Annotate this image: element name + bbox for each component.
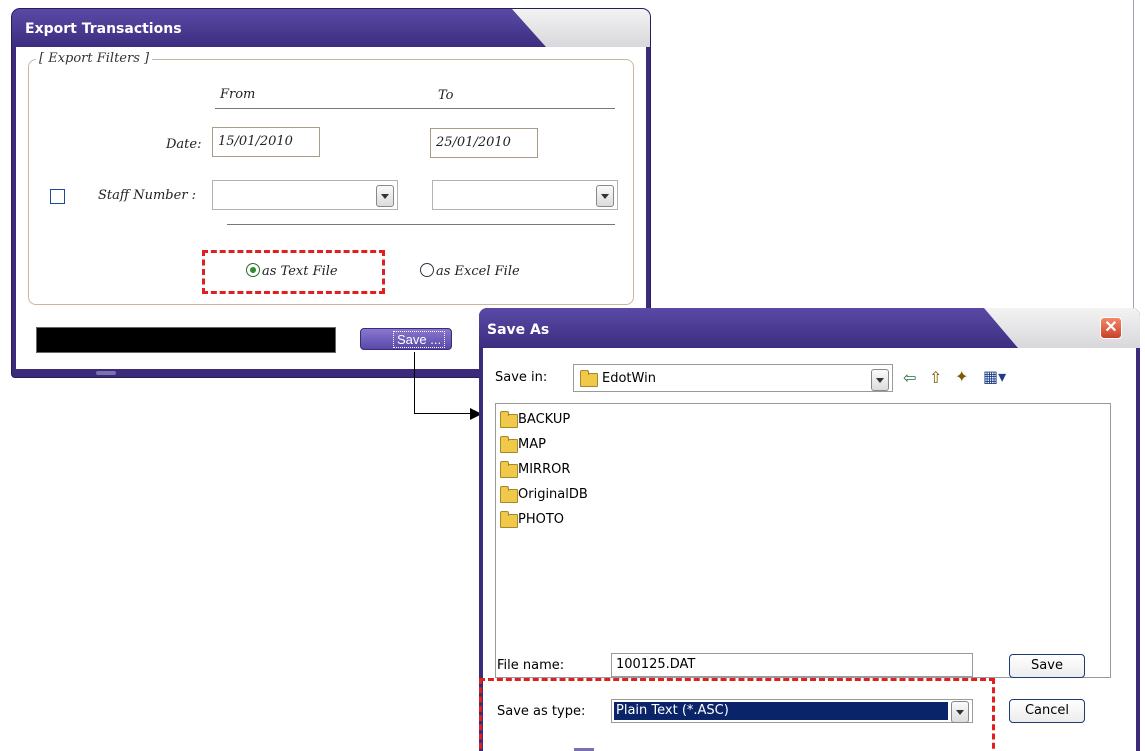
staff-number-label: Staff Number :	[98, 188, 197, 203]
excel-file-label: as Excel File	[436, 264, 520, 279]
date-label: Date:	[166, 137, 202, 152]
file-name-label: File name:	[497, 658, 565, 673]
resize-grip	[96, 371, 116, 375]
file-name-input[interactable]: 100125.DAT	[611, 653, 973, 677]
save-button[interactable]: Save	[1009, 654, 1085, 678]
staff-from-combo[interactable]	[212, 180, 398, 210]
text-file-label: as Text File	[262, 264, 338, 279]
to-header: To	[438, 88, 454, 103]
save-in-combo[interactable]: EdotWin	[573, 364, 893, 392]
cancel-button[interactable]: Cancel	[1009, 699, 1085, 723]
folder-icon	[500, 436, 518, 453]
radio-selected-icon[interactable]	[246, 263, 260, 277]
folder-icon	[500, 486, 518, 503]
staff-number-checkbox[interactable]	[50, 189, 65, 204]
save-button[interactable]: Save ...	[360, 328, 452, 350]
folder-name: MAP	[518, 437, 546, 452]
save-as-type-select[interactable]: Plain Text (*.ASC)	[611, 699, 973, 723]
save-as-dialog: Save As ✕ Save in: EdotWin ⇦ ⇧ ✦ ▦▾ BACK…	[479, 308, 1140, 751]
dialog-title: Save As	[487, 322, 550, 338]
folder-name: BACKUP	[518, 412, 571, 427]
view-menu-icon[interactable]: ▦▾	[983, 369, 1006, 385]
folder-name: PHOTO	[518, 512, 565, 527]
window-title: Export Transactions	[25, 21, 182, 37]
folder-icon	[500, 511, 518, 528]
export-filters-legend: [ Export Filters ]	[36, 51, 153, 66]
new-folder-icon[interactable]: ✦	[955, 369, 968, 385]
current-folder: EdotWin	[602, 371, 656, 386]
close-icon: ✕	[1104, 319, 1118, 336]
chevron-down-icon[interactable]	[376, 185, 394, 207]
date-to-field[interactable]: 25/01/2010	[430, 128, 538, 158]
up-folder-icon[interactable]: ⇧	[929, 370, 942, 386]
file-list[interactable]: BACKUP MAP MIRROR OriginalDB PHOTO	[495, 403, 1111, 678]
save-in-label: Save in:	[495, 370, 548, 385]
connector-line	[414, 352, 415, 414]
header-divider	[215, 108, 615, 109]
status-bar	[36, 327, 336, 353]
folder-icon	[500, 411, 518, 428]
text-file-option[interactable]: as Text File	[246, 263, 338, 279]
folder-name: MIRROR	[518, 462, 571, 477]
radio-unselected-icon[interactable]	[420, 263, 434, 277]
back-arrow-icon[interactable]: ⇦	[903, 370, 916, 386]
excel-file-option[interactable]: as Excel File	[420, 263, 520, 279]
close-button[interactable]: ✕	[1100, 317, 1122, 339]
staff-to-combo[interactable]	[432, 180, 618, 210]
save-as-type-value: Plain Text (*.ASC)	[614, 702, 948, 720]
save-as-type-label: Save as type:	[497, 704, 586, 719]
chevron-down-icon[interactable]	[951, 701, 969, 723]
folder-name: OriginalDB	[518, 487, 588, 502]
date-from-field[interactable]: 15/01/2010	[212, 127, 320, 157]
folder-icon	[580, 370, 598, 387]
save-button-label: Save ...	[393, 331, 446, 348]
from-header: From	[220, 87, 256, 102]
folder-icon	[500, 461, 518, 478]
dialog-body: Save in: EdotWin ⇦ ⇧ ✦ ▦▾ BACKUP MAP MIR…	[479, 348, 1136, 751]
chevron-down-icon[interactable]	[596, 185, 614, 207]
connector-line	[414, 413, 474, 414]
staff-divider	[227, 224, 615, 225]
chevron-down-icon[interactable]	[871, 369, 889, 391]
